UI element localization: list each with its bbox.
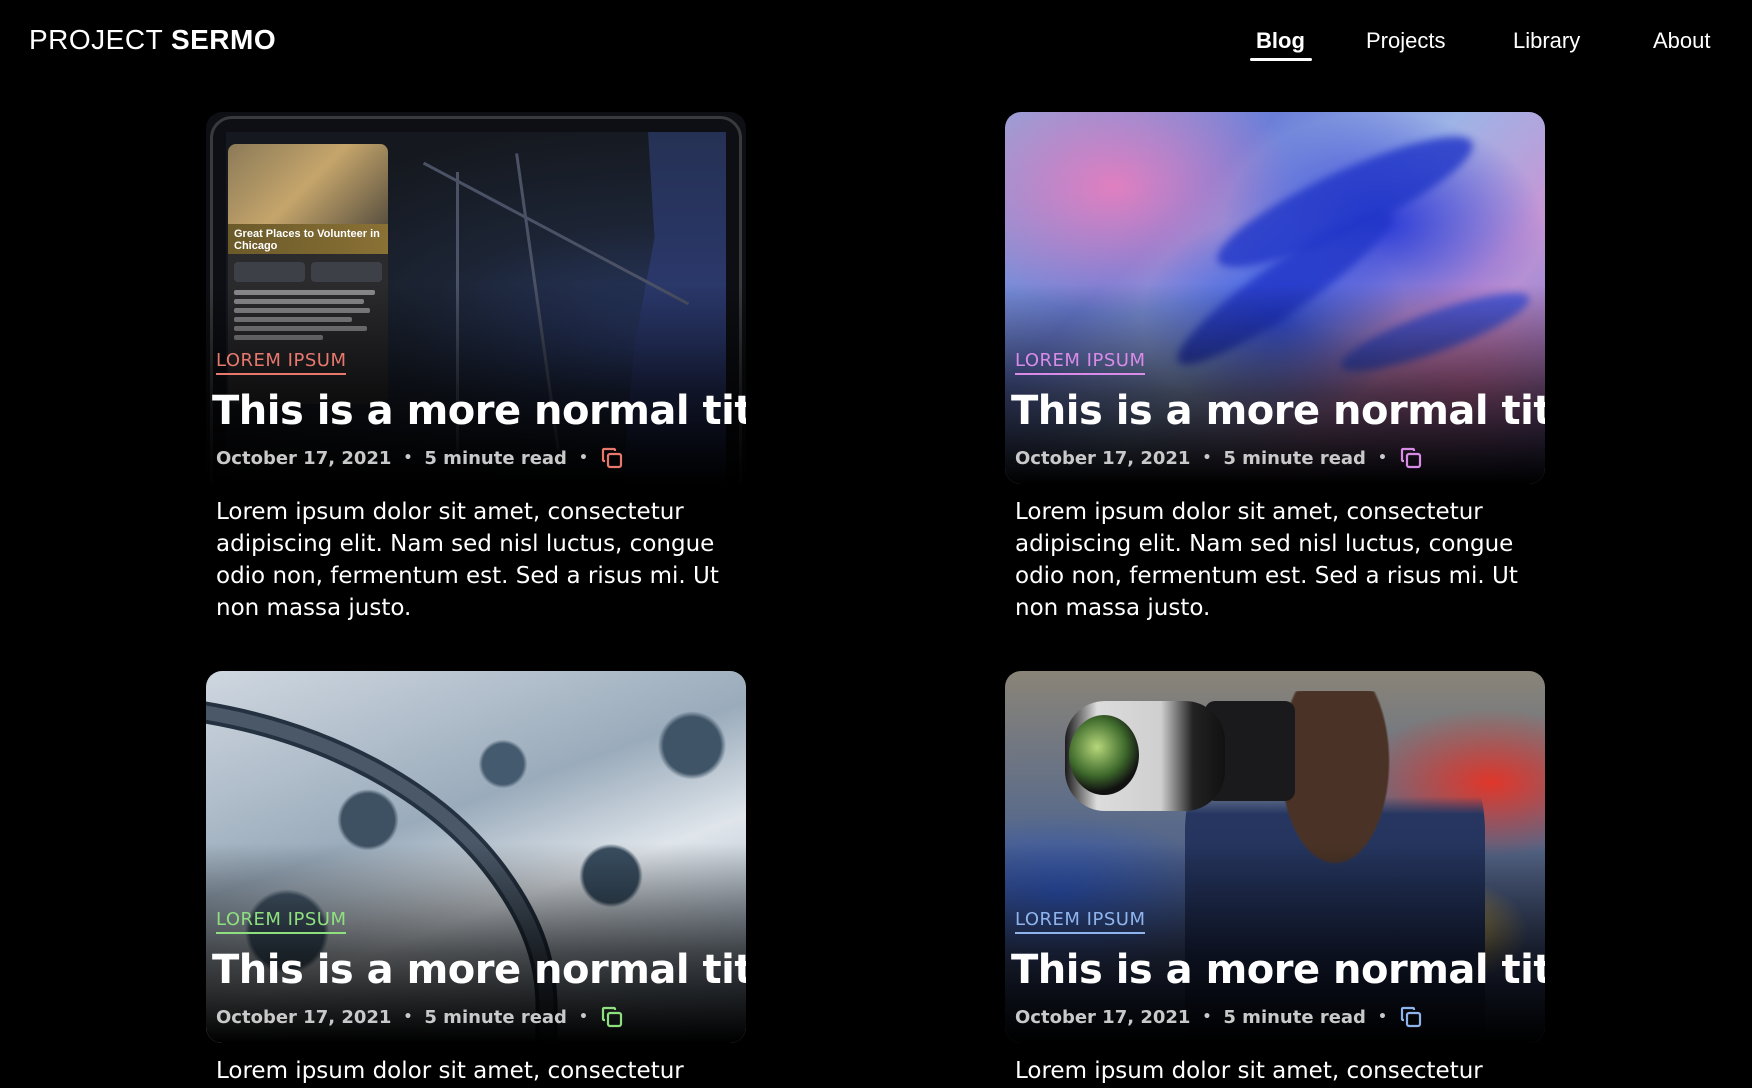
post-meta: October 17, 2021 • 5 minute read • <box>1015 1005 1423 1029</box>
nav-blog[interactable]: Blog <box>1256 28 1305 54</box>
post-image[interactable]: LOREM IPSUM This is a more normal title … <box>1005 112 1545 484</box>
post-read-time: 5 minute read <box>1223 447 1366 469</box>
post-card[interactable]: Great Places to Volunteer in Chicago LOR… <box>206 112 746 621</box>
copy-link-icon[interactable] <box>600 1005 624 1029</box>
post-read-time: 5 minute read <box>1223 1006 1366 1028</box>
camera-lens <box>1065 701 1225 811</box>
post-date: October 17, 2021 <box>1015 1006 1191 1028</box>
nav-library[interactable]: Library <box>1513 28 1580 54</box>
site-header: PROJECT SERMO Blog Projects Library Abou… <box>0 0 1752 90</box>
post-title[interactable]: This is a more normal title <box>1011 388 1545 434</box>
meta-separator: • <box>1377 450 1387 466</box>
copy-link-icon[interactable] <box>600 446 624 470</box>
meta-separator: • <box>1202 450 1212 466</box>
site-logo[interactable]: PROJECT SERMO <box>29 24 276 56</box>
post-meta: October 17, 2021 • 5 minute read • <box>1015 446 1423 470</box>
post-tag[interactable]: LOREM IPSUM <box>216 909 347 934</box>
post-tag[interactable]: LOREM IPSUM <box>1015 350 1146 375</box>
post-card[interactable]: LOREM IPSUM This is a more normal title … <box>1005 112 1545 621</box>
post-card[interactable]: LOREM IPSUM This is a more normal title … <box>1005 671 1545 1084</box>
post-image[interactable]: LOREM IPSUM This is a more normal title … <box>206 671 746 1043</box>
post-date: October 17, 2021 <box>1015 447 1191 469</box>
post-title[interactable]: This is a more normal title <box>1011 947 1545 993</box>
meta-separator: • <box>1377 1009 1387 1025</box>
post-excerpt: Lorem ipsum dolor sit amet, consectetur … <box>1015 499 1518 621</box>
brand-bold: SERMO <box>170 24 277 55</box>
post-image[interactable]: LOREM IPSUM This is a more normal title … <box>1005 671 1545 1043</box>
brand-light: PROJECT <box>29 24 163 55</box>
post-meta: October 17, 2021 • 5 minute read • <box>216 1005 624 1029</box>
post-meta: October 17, 2021 • 5 minute read • <box>216 446 624 470</box>
nav-about[interactable]: About <box>1653 28 1711 54</box>
panel-caption: Great Places to Volunteer in Chicago <box>228 224 388 254</box>
meta-separator: • <box>403 450 413 466</box>
post-read-time: 5 minute read <box>424 1006 567 1028</box>
meta-separator: • <box>578 1009 588 1025</box>
post-tag[interactable]: LOREM IPSUM <box>216 350 347 375</box>
post-excerpt: Lorem ipsum dolor sit amet, consectetur <box>216 1058 684 1084</box>
post-title[interactable]: This is a more normal title <box>212 947 746 993</box>
panel-photo <box>228 144 388 224</box>
post-date: October 17, 2021 <box>216 447 392 469</box>
nav-active-indicator <box>1250 58 1312 61</box>
post-read-time: 5 minute read <box>424 447 567 469</box>
copy-link-icon[interactable] <box>1399 1005 1423 1029</box>
nav-projects[interactable]: Projects <box>1366 28 1445 54</box>
post-tag[interactable]: LOREM IPSUM <box>1015 909 1146 934</box>
post-excerpt: Lorem ipsum dolor sit amet, consectetur … <box>216 499 719 621</box>
meta-separator: • <box>403 1009 413 1025</box>
post-date: October 17, 2021 <box>216 1006 392 1028</box>
meta-separator: • <box>1202 1009 1212 1025</box>
post-excerpt: Lorem ipsum dolor sit amet, consectetur <box>1015 1058 1483 1084</box>
copy-link-icon[interactable] <box>1399 446 1423 470</box>
post-title[interactable]: This is a more normal title <box>212 388 746 434</box>
meta-separator: • <box>578 450 588 466</box>
post-image[interactable]: Great Places to Volunteer in Chicago LOR… <box>206 112 746 484</box>
post-card[interactable]: LOREM IPSUM This is a more normal title … <box>206 671 746 1084</box>
